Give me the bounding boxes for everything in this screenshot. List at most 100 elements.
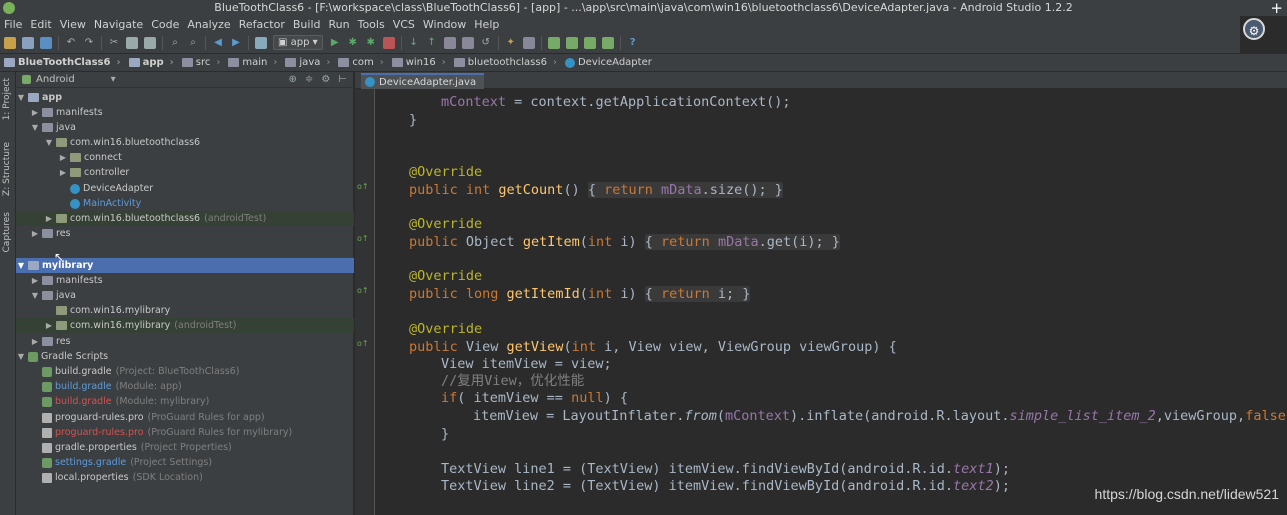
expand-arrow-icon[interactable]: ▼ bbox=[16, 352, 26, 361]
forward-icon[interactable]: ▶ bbox=[230, 37, 242, 49]
breadcrumb-item[interactable]: java › bbox=[285, 57, 330, 68]
tree-node-controller[interactable]: ▶ controller bbox=[16, 165, 354, 180]
open-folder-icon[interactable] bbox=[4, 36, 16, 49]
breadcrumb-item[interactable]: com › bbox=[338, 57, 384, 68]
captures-tool-tab[interactable]: Captures bbox=[2, 212, 12, 252]
breadcrumb-item[interactable]: win16 › bbox=[391, 57, 446, 68]
tree-node-java[interactable]: ▼ java bbox=[16, 288, 354, 303]
tree-node-mainactivity[interactable]: MainActivity bbox=[16, 196, 354, 211]
tree-node-res[interactable]: ▶ res bbox=[16, 226, 354, 241]
cut-icon[interactable]: ✂ bbox=[108, 37, 120, 49]
collapse-arrow-icon[interactable]: ▶ bbox=[30, 108, 40, 117]
menu-build[interactable]: Build bbox=[293, 18, 321, 31]
collapse-arrow-icon[interactable]: ▶ bbox=[58, 153, 68, 162]
tree-node-deviceadapter[interactable]: DeviceAdapter bbox=[16, 181, 354, 196]
project-view-select[interactable]: Android bbox=[36, 74, 75, 85]
expand-arrow-icon[interactable]: ▼ bbox=[44, 138, 54, 147]
override-marker-icon[interactable]: o↑ bbox=[357, 182, 369, 191]
collapse-arrow-icon[interactable]: ▶ bbox=[58, 168, 68, 177]
tree-node-build-gradle[interactable]: build.gradle (Module: mylibrary) bbox=[16, 394, 354, 409]
menu-run[interactable]: Run bbox=[329, 18, 350, 31]
stop-icon[interactable] bbox=[382, 36, 395, 49]
tree-node-java[interactable]: ▼ java bbox=[16, 120, 354, 135]
save-icon[interactable] bbox=[22, 36, 34, 49]
code-editor[interactable]: mContext = context.getApplicationContext… bbox=[375, 89, 1287, 515]
debug-icon[interactable]: ✱ bbox=[347, 37, 359, 49]
menu-window[interactable]: Window bbox=[423, 18, 466, 31]
tree-node-manifests[interactable]: ▶ manifests bbox=[16, 273, 354, 288]
menu-vcs[interactable]: VCS bbox=[393, 18, 415, 31]
expand-arrow-icon[interactable]: ▼ bbox=[30, 123, 40, 132]
override-marker-icon[interactable]: o↑ bbox=[357, 339, 369, 348]
replace-icon[interactable]: ⌕ bbox=[187, 37, 199, 49]
menu-code[interactable]: Code bbox=[151, 18, 179, 31]
collapse-arrow-icon[interactable]: ▶ bbox=[30, 337, 40, 346]
tree-node-package[interactable]: com.win16.mylibrary bbox=[16, 303, 354, 318]
find-icon[interactable]: ⌕ bbox=[169, 37, 181, 49]
expand-arrow-icon[interactable]: ▼ bbox=[16, 93, 26, 102]
collapse-arrow-icon[interactable]: ▶ bbox=[30, 229, 40, 238]
breadcrumb-item[interactable]: src › bbox=[181, 57, 220, 68]
vcs-commit-icon[interactable]: ↑ bbox=[426, 37, 438, 49]
tree-node-proguard[interactable]: proguard-rules.pro (ProGuard Rules for ap… bbox=[16, 410, 354, 425]
hide-panel-icon[interactable]: ⊢ bbox=[338, 74, 347, 85]
collapse-arrow-icon[interactable]: ▶ bbox=[44, 321, 54, 330]
copy-icon[interactable] bbox=[126, 36, 138, 49]
tree-node-connect[interactable]: ▶ connect bbox=[16, 150, 354, 165]
project-structure-icon[interactable] bbox=[522, 36, 535, 49]
breadcrumb-item[interactable]: bluetoothclass6 › bbox=[453, 57, 557, 68]
vcs-compare-icon[interactable] bbox=[443, 36, 456, 49]
make-project-icon[interactable] bbox=[255, 36, 267, 49]
undo-icon[interactable]: ↶ bbox=[65, 37, 77, 49]
breadcrumb-item[interactable]: app › bbox=[128, 57, 174, 68]
add-icon[interactable]: + bbox=[1270, 0, 1283, 16]
menu-navigate[interactable]: Navigate bbox=[94, 18, 143, 31]
breadcrumb-item[interactable]: DeviceAdapter bbox=[564, 57, 652, 68]
collapse-arrow-icon[interactable]: ▶ bbox=[44, 214, 54, 223]
menu-file[interactable]: File bbox=[4, 18, 22, 31]
sdk-manager-icon[interactable] bbox=[583, 36, 596, 49]
paste-icon[interactable] bbox=[144, 36, 156, 49]
menu-refactor[interactable]: Refactor bbox=[239, 18, 285, 31]
vcs-history-icon[interactable] bbox=[461, 36, 474, 49]
tree-node-package[interactable]: ▼ com.win16.bluetoothclass6 bbox=[16, 135, 354, 150]
structure-tool-tab[interactable]: Z: Structure bbox=[2, 142, 12, 196]
collapse-all-icon[interactable]: ≑ bbox=[305, 74, 313, 85]
avd-manager-icon[interactable] bbox=[547, 36, 560, 49]
run-config-select[interactable]: ▣ app ▾ bbox=[273, 35, 323, 50]
menu-edit[interactable]: Edit bbox=[30, 18, 51, 31]
override-marker-icon[interactable]: o↑ bbox=[357, 234, 369, 243]
expand-arrow-icon[interactable]: ▼ bbox=[30, 291, 40, 300]
project-tool-tab[interactable]: 1: Project bbox=[2, 78, 12, 120]
menu-analyze[interactable]: Analyze bbox=[187, 18, 230, 31]
tree-node-app[interactable]: ▼ app bbox=[16, 90, 354, 105]
expand-arrow-icon[interactable]: ▼ bbox=[16, 261, 26, 270]
tree-node-res[interactable]: ▶ res bbox=[16, 334, 354, 349]
tree-node-build-gradle[interactable]: build.gradle (Module: app) bbox=[16, 379, 354, 394]
tree-node-package-androidtest[interactable]: ▶ com.win16.bluetoothclass6 (androidTest) bbox=[16, 211, 354, 227]
redo-icon[interactable]: ↷ bbox=[83, 37, 95, 49]
gear-icon[interactable]: ⚙ bbox=[321, 74, 330, 85]
help-icon[interactable]: ? bbox=[627, 37, 639, 49]
gradle-sync-icon[interactable] bbox=[565, 36, 578, 49]
run-icon[interactable]: ▶ bbox=[329, 37, 341, 49]
breadcrumb-item[interactable]: main › bbox=[228, 57, 277, 68]
back-icon[interactable]: ◀ bbox=[212, 37, 224, 49]
attach-debugger-icon[interactable]: ✱ bbox=[365, 37, 377, 49]
tree-node-mylibrary[interactable]: ▼ mylibrary bbox=[16, 258, 354, 274]
sync-icon[interactable] bbox=[40, 36, 52, 49]
tree-node-gradle-scripts[interactable]: ▼ Gradle Scripts bbox=[16, 349, 354, 364]
menu-tools[interactable]: Tools bbox=[358, 18, 385, 31]
breadcrumb-item[interactable]: BlueToothClass6 › bbox=[4, 57, 121, 68]
android-monitor-icon[interactable] bbox=[601, 36, 614, 49]
tree-node-manifests[interactable]: ▶ manifests bbox=[16, 105, 354, 120]
menu-view[interactable]: View bbox=[60, 18, 86, 31]
assistant-avatar-icon[interactable]: ⚙ bbox=[1243, 18, 1265, 40]
tree-node-gradle-properties[interactable]: gradle.properties (Project Properties) bbox=[16, 440, 354, 455]
tree-node-build-gradle[interactable]: build.gradle (Project: BlueToothClass6) bbox=[16, 364, 354, 379]
settings-icon[interactable]: ✦ bbox=[505, 37, 517, 49]
tree-node-settings-gradle[interactable]: settings.gradle (Project Settings) bbox=[16, 455, 354, 470]
tree-node-proguard[interactable]: proguard-rules.pro (ProGuard Rules for my… bbox=[16, 425, 354, 440]
chevron-down-icon[interactable]: ▾ bbox=[111, 74, 116, 85]
menu-help[interactable]: Help bbox=[474, 18, 499, 31]
